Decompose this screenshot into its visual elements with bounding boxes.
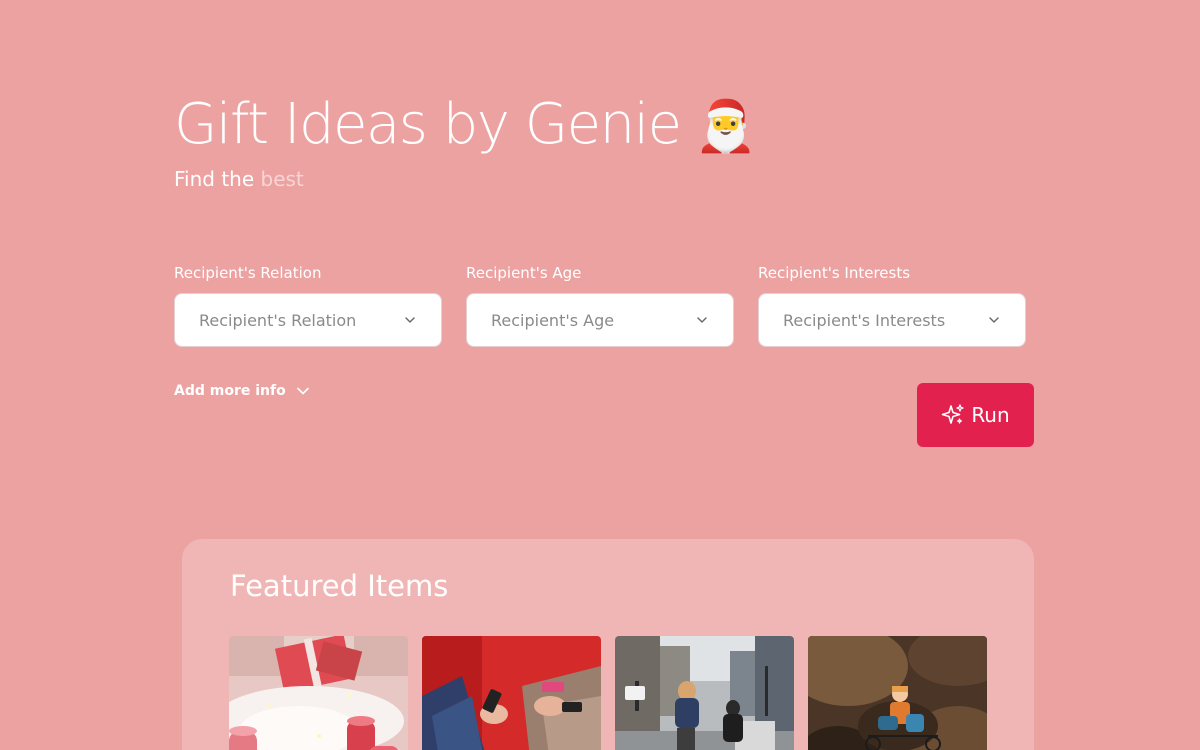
chevron-down-icon [989, 317, 999, 323]
subtitle-accent: best [260, 167, 304, 191]
page-title: Gift Ideas by Genie 🎅 [174, 90, 757, 161]
toy-figurine-photo [808, 636, 987, 750]
christmas-candles-gift-photo [229, 636, 408, 750]
friends-with-phones-photo [422, 636, 601, 750]
relation-label: Recipient's Relation [174, 264, 322, 282]
featured-items-card: Featured Items [182, 539, 1034, 750]
featured-item[interactable] [808, 636, 987, 750]
featured-items-title: Featured Items [230, 569, 449, 603]
add-more-info-toggle[interactable]: Add more info [174, 383, 310, 399]
relation-field: Recipient's Relation Recipient's Relatio… [174, 263, 442, 347]
interests-select[interactable]: Recipient's Interests [758, 293, 1026, 347]
interests-label: Recipient's Interests [758, 264, 911, 282]
age-label: Recipient's Age [466, 264, 582, 282]
chevron-down-icon [405, 317, 415, 323]
relation-select[interactable]: Recipient's Relation [174, 293, 442, 347]
interests-placeholder: Recipient's Interests [783, 310, 946, 330]
page-title-text: Gift Ideas by Genie [174, 92, 682, 157]
featured-item[interactable] [422, 636, 601, 750]
age-field: Recipient's Age Recipient's Age [466, 263, 734, 347]
chevron-down-icon [296, 387, 309, 395]
featured-item[interactable] [229, 636, 408, 750]
subtitle: Find the best [174, 166, 304, 192]
santa-emoji-icon: 🎅 [694, 97, 757, 155]
relation-placeholder: Recipient's Relation [199, 310, 357, 330]
age-select[interactable]: Recipient's Age [466, 293, 734, 347]
page: Gift Ideas by Genie 🎅 Find the best Recip… [0, 0, 1200, 750]
add-more-info-label: Add more info [174, 383, 286, 399]
city-street-cyclists-photo [615, 636, 794, 750]
featured-item[interactable] [615, 636, 794, 750]
age-placeholder: Recipient's Age [491, 310, 615, 330]
run-label: Run [971, 403, 1010, 427]
chevron-down-icon [697, 317, 707, 323]
run-button[interactable]: Run [917, 383, 1034, 447]
subtitle-prefix: Find the [174, 167, 255, 191]
interests-field: Recipient's Interests Recipient's Intere… [758, 263, 1026, 347]
sparkles-icon [942, 404, 964, 424]
